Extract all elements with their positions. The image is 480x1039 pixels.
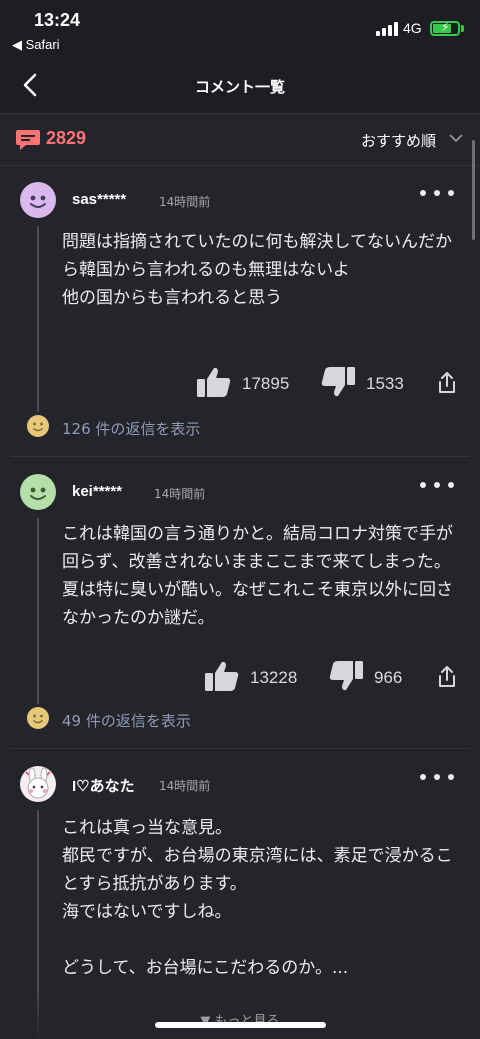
dislike-count: 1533 <box>366 374 404 393</box>
show-replies-link[interactable]: 126 件の返信を表示 <box>26 414 200 442</box>
avatar[interactable] <box>20 474 56 510</box>
more-options-icon[interactable] <box>420 190 454 200</box>
comment-time: 14時間前 <box>159 195 211 209</box>
share-icon[interactable] <box>436 665 458 693</box>
comment-item: sas***** 14時間前 問題は指摘されていたのに何も解決してないんだから韓… <box>0 166 480 457</box>
comment-actions: 17895 1533 <box>0 366 480 400</box>
thumbs-up-icon <box>196 366 232 402</box>
comment-body: これは韓国の言う通りかと。結局コロナ対策で手が回らず、改善されないままここまで来… <box>62 524 453 628</box>
avatar[interactable] <box>20 766 56 802</box>
status-bar: 13:24 ◀ Safari 4G ⚡ <box>0 0 480 58</box>
sort-order-select[interactable]: おすすめ順 <box>361 130 436 151</box>
dislike-button[interactable]: 966 <box>328 660 402 696</box>
nav-bar: コメント一覧 <box>0 58 480 114</box>
comment-summary-bar: 2829 おすすめ順 <box>0 114 480 166</box>
replies-label: 49 件の返信を表示 <box>62 711 191 730</box>
more-options-icon[interactable] <box>420 482 454 492</box>
thumbs-down-icon <box>328 660 364 696</box>
page-title: コメント一覧 <box>194 78 285 96</box>
comment-count: 2829 <box>46 128 87 148</box>
status-time: 13:24 <box>34 10 81 30</box>
like-button[interactable]: 13228 <box>204 660 297 696</box>
comment-username[interactable]: I♡あなた <box>72 775 135 796</box>
replies-label: 126 件の返信を表示 <box>62 419 201 438</box>
comment-time: 14時間前 <box>154 487 206 501</box>
signal-icon <box>376 22 398 36</box>
comment-time: 14時間前 <box>159 779 211 793</box>
divider <box>10 456 470 457</box>
like-count: 17895 <box>242 374 290 393</box>
network-type: 4G <box>403 20 422 36</box>
dislike-count: 966 <box>374 668 403 687</box>
like-count: 13228 <box>250 668 298 687</box>
comment-actions: 13228 966 <box>0 660 480 694</box>
chevron-down-icon[interactable] <box>448 130 464 150</box>
thumbs-up-icon <box>204 660 240 696</box>
comment-username[interactable]: sas***** <box>72 191 126 208</box>
comment-body: これは真っ当な意見。 都民ですが、お台場の東京湾には、素足で浸かることすら抵抗が… <box>62 818 453 978</box>
like-button[interactable]: 17895 <box>196 366 289 402</box>
battery-icon: ⚡ <box>430 20 460 36</box>
comment-body: 問題は指摘されていたのに何も解決してないんだから韓国から言われるのも無理はないよ… <box>62 232 452 308</box>
smiley-icon <box>26 706 50 734</box>
battery-cap <box>461 25 464 32</box>
show-replies-link[interactable]: 49 件の返信を表示 <box>26 706 191 734</box>
comment-item: kei***** 14時間前 これは韓国の言う通りかと。結局コロナ対策で手が回ら… <box>0 458 480 749</box>
comment-bubble-icon <box>15 128 41 156</box>
thumbs-down-icon <box>320 366 356 402</box>
more-options-icon[interactable] <box>420 774 454 784</box>
dislike-button[interactable]: 1533 <box>320 366 404 402</box>
smiley-icon <box>26 414 50 442</box>
share-icon[interactable] <box>436 371 458 399</box>
back-to-safari-link[interactable]: ◀ Safari <box>12 37 60 53</box>
comment-username[interactable]: kei***** <box>72 483 122 500</box>
avatar[interactable] <box>20 182 56 218</box>
divider <box>10 748 470 749</box>
home-indicator[interactable] <box>155 1022 326 1028</box>
